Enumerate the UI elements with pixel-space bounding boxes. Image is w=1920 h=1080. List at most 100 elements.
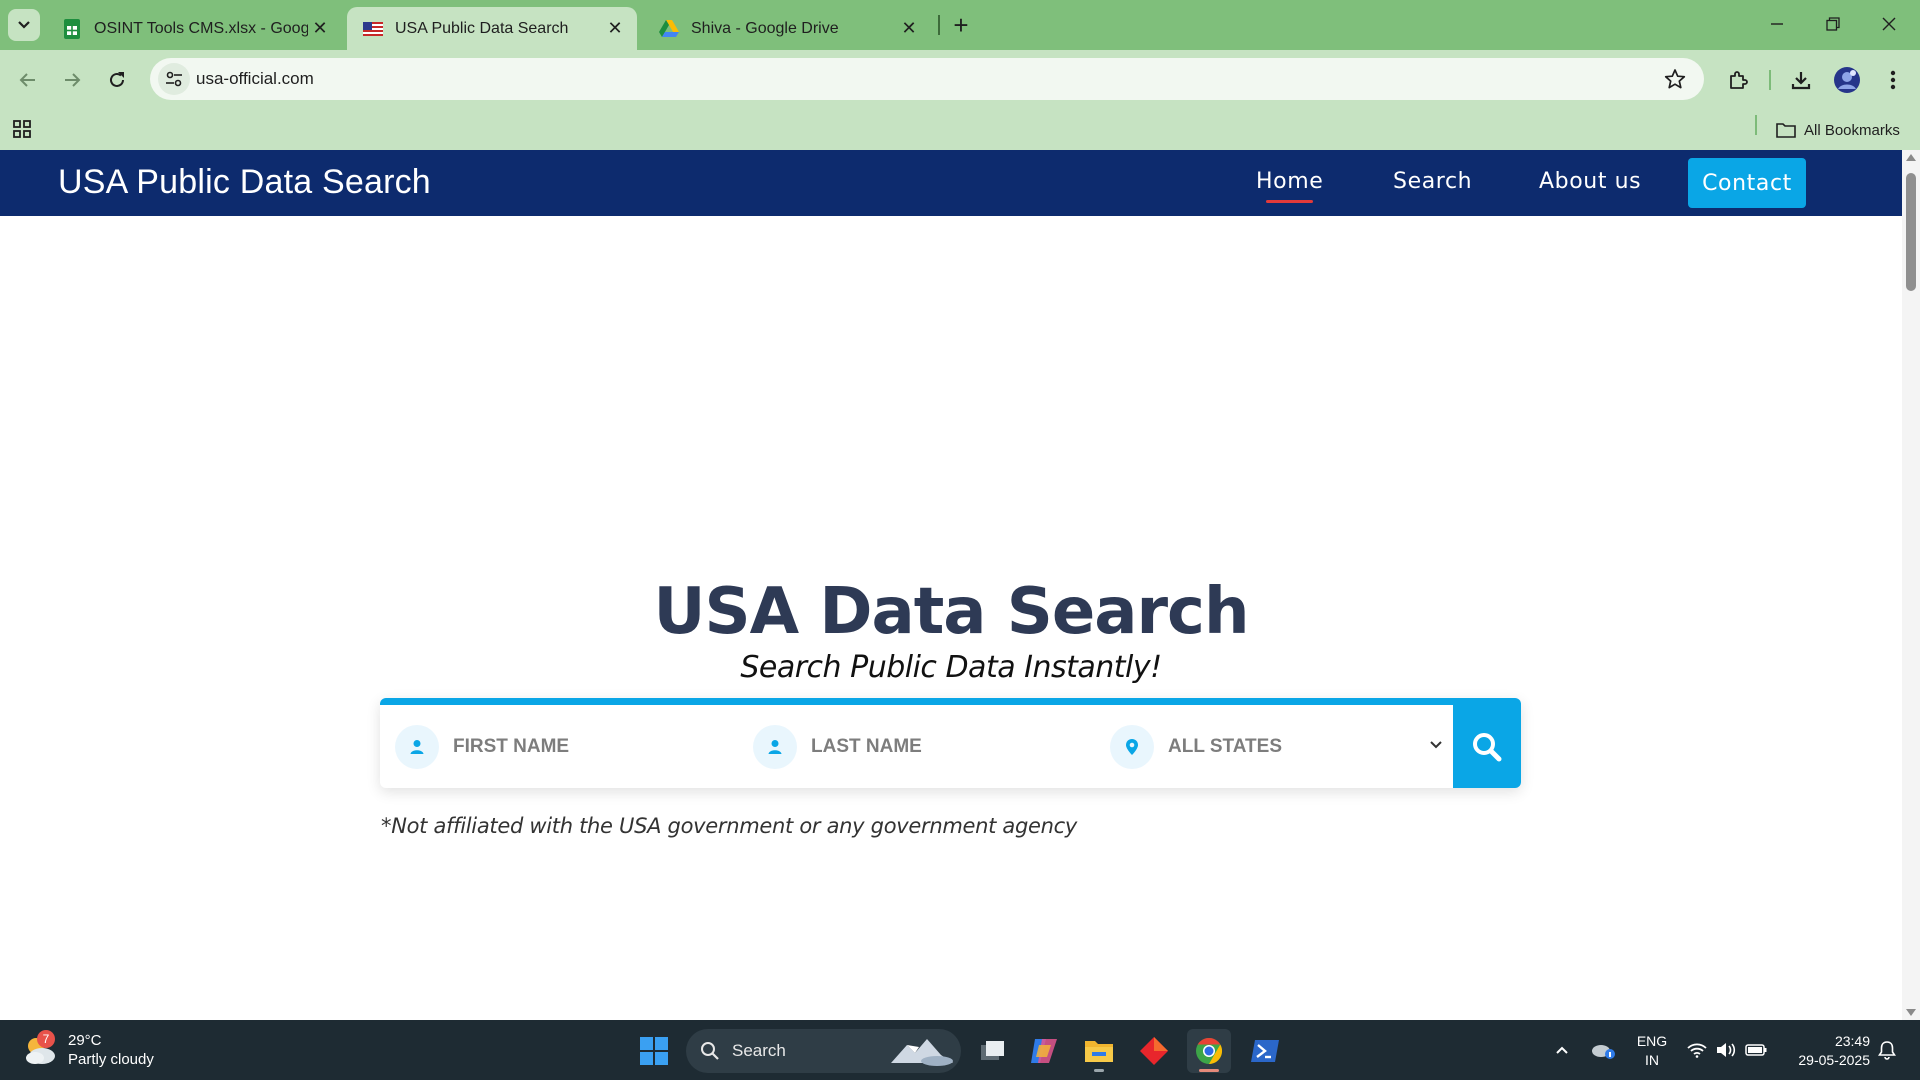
browser-tab-strip: OSINT Tools CMS.xlsx - Google ✕ USA Publ… xyxy=(0,0,1920,50)
browser-tab-active[interactable]: USA Public Data Search ✕ xyxy=(347,7,637,50)
powershell-icon xyxy=(1251,1040,1279,1062)
apps-grid-icon[interactable] xyxy=(12,118,36,142)
page-scrollbar[interactable] xyxy=(1902,150,1920,1020)
site-info-button[interactable] xyxy=(158,63,190,95)
language-indicator[interactable]: ENG IN xyxy=(1636,1032,1668,1070)
browser-tab-drive[interactable]: Shiva - Google Drive ✕ xyxy=(643,7,931,50)
tab-title: USA Public Data Search xyxy=(395,19,569,37)
puzzle-icon xyxy=(1730,71,1748,89)
notifications-icon[interactable] xyxy=(1876,1040,1898,1060)
search-submit-button[interactable] xyxy=(1453,705,1521,788)
new-tab-button[interactable]: + xyxy=(946,10,976,40)
address-bar[interactable]: usa-official.com xyxy=(150,58,1704,100)
close-tab-icon[interactable]: ✕ xyxy=(897,17,921,41)
onedrive-status-icon[interactable] xyxy=(1590,1040,1616,1060)
nav-home[interactable]: Home xyxy=(1256,169,1323,203)
powershell-app[interactable] xyxy=(1243,1029,1287,1073)
weather-desc: Partly cloudy xyxy=(68,1051,154,1068)
last-name-input[interactable]: LAST NAME xyxy=(811,736,922,758)
forward-button[interactable] xyxy=(56,64,88,96)
task-view-button[interactable] xyxy=(970,1029,1014,1073)
restore-button[interactable] xyxy=(1810,6,1856,42)
close-window-button[interactable] xyxy=(1866,6,1912,42)
back-button[interactable] xyxy=(12,64,44,96)
profile-avatar[interactable] xyxy=(1832,65,1862,95)
last-name-field[interactable]: LAST NAME xyxy=(738,705,1095,788)
google-drive-icon xyxy=(659,19,679,39)
chevron-up-icon xyxy=(1556,1046,1568,1054)
red-diamond-icon xyxy=(1140,1037,1168,1065)
close-icon xyxy=(1882,17,1896,31)
scroll-up-arrow-icon[interactable] xyxy=(1906,154,1916,161)
partly-cloudy-icon: 7 xyxy=(22,1030,58,1068)
bookmarks-bar: All Bookmarks xyxy=(0,110,1920,150)
first-name-field[interactable]: FIRST NAME xyxy=(380,705,738,788)
web-page: USA Public Data Search Home Search About… xyxy=(0,150,1902,1020)
windows-taskbar: 7 29°C Partly cloudy Search ENG IN 23:49… xyxy=(0,1020,1920,1080)
nav-about[interactable]: About us xyxy=(1539,169,1641,194)
reload-button[interactable] xyxy=(101,64,133,96)
weather-widget[interactable]: 7 29°C Partly cloudy xyxy=(22,1030,154,1070)
tune-icon xyxy=(166,71,182,87)
red-diamond-app[interactable] xyxy=(1132,1029,1176,1073)
taskbar-search-box[interactable]: Search xyxy=(686,1029,961,1073)
tab-title: Shiva - Google Drive xyxy=(691,19,839,37)
minimize-icon xyxy=(1771,23,1783,25)
scroll-down-arrow-icon[interactable] xyxy=(1906,1009,1916,1016)
taskbar-search-label: Search xyxy=(732,1041,786,1060)
downloads-button[interactable] xyxy=(1786,65,1816,95)
reload-icon xyxy=(110,72,124,87)
region-code: IN xyxy=(1645,1052,1659,1068)
restore-icon xyxy=(1826,17,1840,31)
running-indicator xyxy=(1094,1069,1104,1072)
search-form: FIRST NAME LAST NAME ALL STATES xyxy=(380,698,1521,788)
contact-button[interactable]: Contact xyxy=(1688,158,1806,208)
browser-tab-sheets[interactable]: OSINT Tools CMS.xlsx - Google ✕ xyxy=(46,7,342,50)
disclaimer-text: *Not affiliated with the USA government … xyxy=(381,814,1078,838)
weather-temp: 29°C xyxy=(68,1032,102,1049)
arrow-left-icon xyxy=(19,73,35,87)
chevron-down-icon xyxy=(18,21,30,29)
site-navbar: USA Public Data Search Home Search About… xyxy=(0,150,1902,216)
all-bookmarks-label: All Bookmarks xyxy=(1804,121,1900,139)
tab-title: OSINT Tools CMS.xlsx - Google xyxy=(94,19,308,37)
google-sheets-icon xyxy=(62,18,82,39)
language-code: ENG xyxy=(1636,1033,1668,1049)
all-bookmarks-button[interactable]: All Bookmarks xyxy=(1776,118,1900,142)
site-logo[interactable]: USA Public Data Search xyxy=(58,163,431,202)
us-flag-icon xyxy=(363,19,383,39)
scroll-thumb[interactable] xyxy=(1906,173,1916,291)
state-select[interactable]: ALL STATES xyxy=(1095,705,1453,788)
file-explorer-app[interactable] xyxy=(1077,1029,1121,1073)
nav-search[interactable]: Search xyxy=(1393,169,1472,194)
tab-search-button[interactable] xyxy=(8,9,40,41)
system-clock[interactable]: 23:49 29-05-2025 xyxy=(1780,1032,1870,1070)
bookmark-star-icon[interactable] xyxy=(1664,68,1686,95)
chrome-app[interactable] xyxy=(1187,1029,1231,1073)
bookmarks-divider xyxy=(1755,115,1757,135)
windows-logo-icon xyxy=(640,1037,668,1065)
hero-subtitle: Search Public Data Instantly! xyxy=(740,650,1162,685)
first-name-input[interactable]: FIRST NAME xyxy=(453,736,569,758)
battery-icon[interactable] xyxy=(1745,1040,1767,1060)
url-text[interactable]: usa-official.com xyxy=(196,69,314,89)
user-icon xyxy=(753,724,797,769)
clock-date: 29-05-2025 xyxy=(1798,1052,1870,1068)
show-hidden-icons-button[interactable] xyxy=(1552,1040,1572,1060)
close-tab-icon[interactable]: ✕ xyxy=(308,17,332,41)
close-tab-icon[interactable]: ✕ xyxy=(603,17,627,41)
map-pin-icon xyxy=(1110,724,1154,769)
hero-title: USA Data Search xyxy=(653,575,1250,649)
running-indicator xyxy=(1199,1069,1219,1072)
user-icon xyxy=(395,724,439,769)
copilot-app[interactable] xyxy=(1022,1029,1066,1073)
more-vertical-icon xyxy=(1890,70,1896,90)
wifi-icon[interactable] xyxy=(1686,1040,1708,1060)
browser-menu-button[interactable] xyxy=(1878,65,1908,95)
minimize-button[interactable] xyxy=(1754,6,1800,42)
volume-icon[interactable] xyxy=(1715,1040,1737,1060)
start-button[interactable] xyxy=(632,1029,676,1073)
extensions-button[interactable] xyxy=(1723,65,1753,95)
search-form-accent-bar xyxy=(380,698,1521,705)
copilot-icon xyxy=(1031,1039,1057,1063)
